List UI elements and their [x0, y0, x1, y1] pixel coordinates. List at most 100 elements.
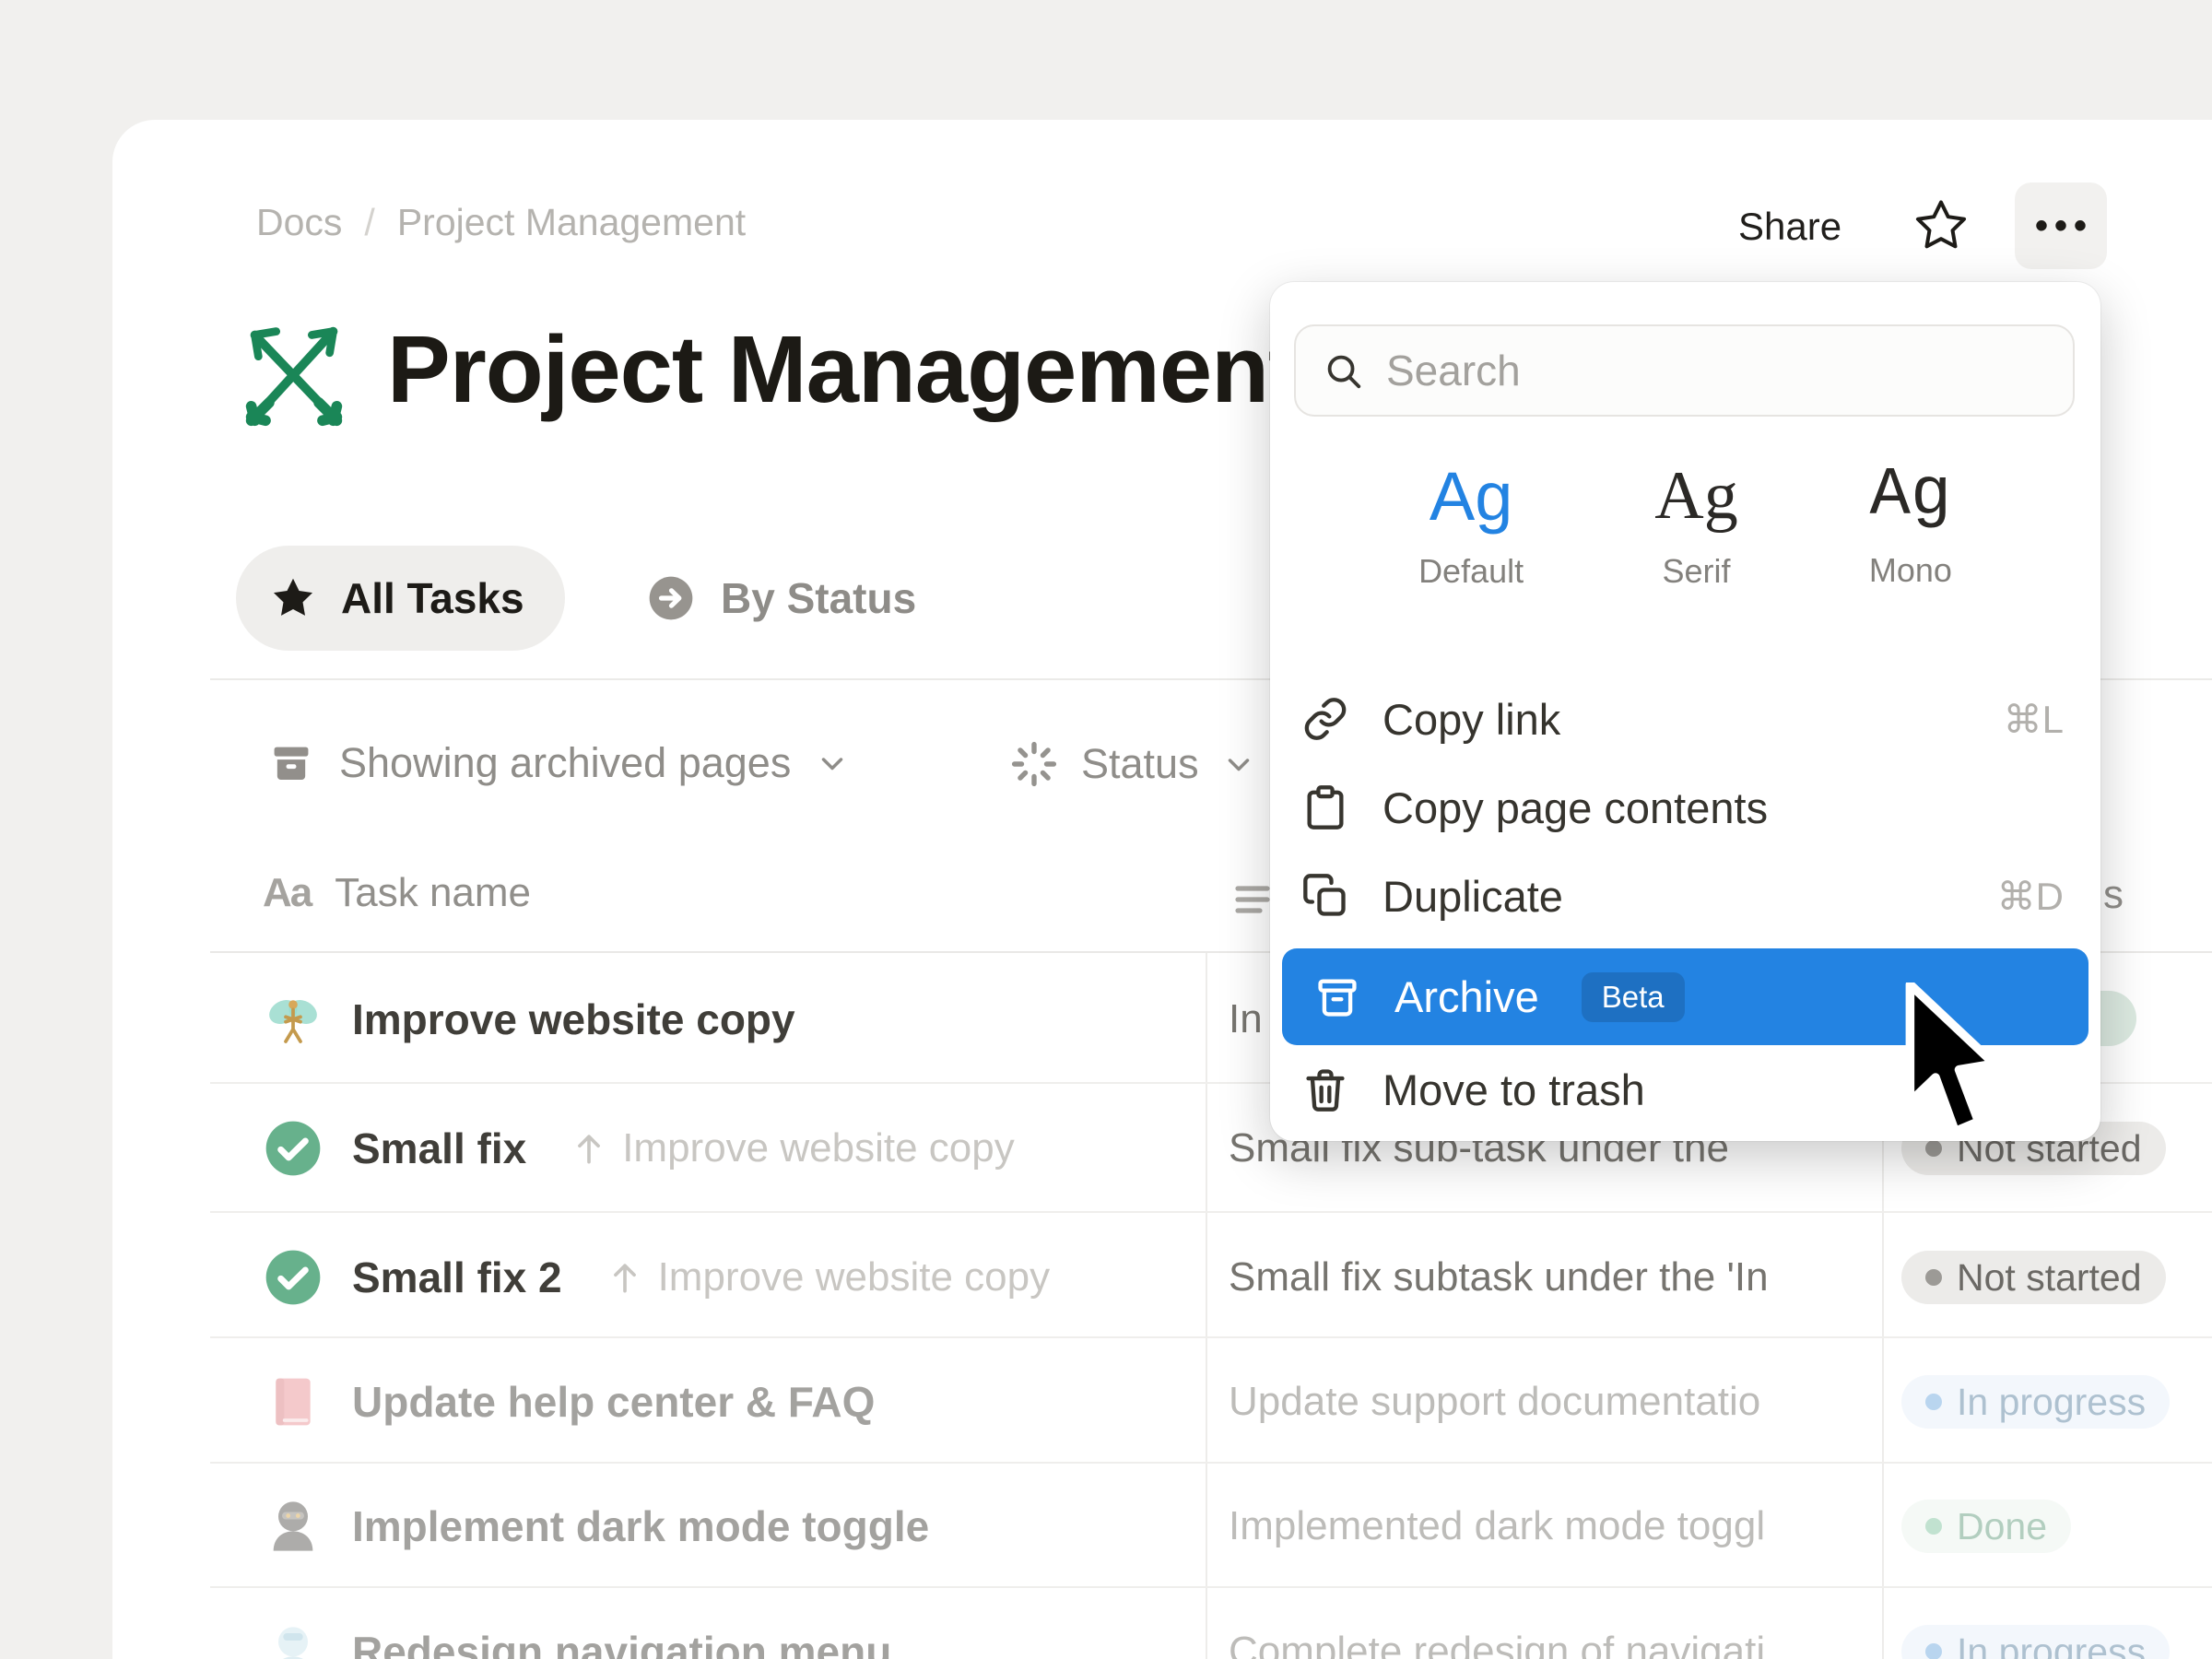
status-filter-label: Status [1081, 740, 1199, 788]
task-description: Complete redesign of navigati [1229, 1629, 1765, 1659]
status-label: Not started [1957, 1256, 2142, 1300]
task-name-cell[interactable]: Redesign navigation menu [264, 1589, 891, 1659]
column-header-task-name[interactable]: Aa Task name [263, 870, 531, 916]
status-board-icon [645, 572, 697, 624]
fairy-icon [264, 990, 323, 1049]
archive-icon [1313, 973, 1361, 1021]
duplicate-icon [1301, 872, 1349, 920]
breadcrumb-docs[interactable]: Docs [256, 201, 342, 244]
tab-all-tasks[interactable]: All Tasks [236, 546, 565, 651]
share-button[interactable]: Share [1738, 205, 1841, 249]
star-filled-icon [269, 574, 317, 622]
keyboard-shortcut: ⌘L [2004, 697, 2064, 742]
check-circle-icon [264, 1119, 323, 1178]
task-description-cell[interactable]: Small fix subtask under the 'In [1229, 1215, 1874, 1340]
beta-badge: Beta [1582, 972, 1685, 1022]
font-option-mono[interactable]: Ag Mono [1869, 457, 1952, 591]
archived-filter-label: Showing archived pages [339, 739, 791, 787]
task-name: Update help center & FAQ [352, 1377, 875, 1427]
parent-task-link[interactable]: Improve website copy [605, 1254, 1051, 1300]
font-label-default: Default [1418, 552, 1524, 591]
crossed-arrows-page-icon[interactable] [236, 321, 352, 428]
task-name: Small fix 2 [352, 1253, 562, 1302]
tab-by-status-label: By Status [721, 573, 916, 623]
menu-item-label: Move to trash [1382, 1065, 1645, 1115]
task-description-cell[interactable]: Complete redesign of navigati [1229, 1589, 1874, 1659]
status-label: Done [1957, 1505, 2047, 1548]
breadcrumb-separator: / [364, 201, 374, 244]
menu-item-label: Archive [1394, 971, 1539, 1022]
font-label-mono: Mono [1869, 551, 1952, 590]
task-name-cell[interactable]: Small fix Improve website copy [264, 1086, 1015, 1211]
check-circle-icon [264, 1248, 323, 1307]
status-badge[interactable]: In progress [1901, 1625, 2170, 1659]
ellipsis-icon: ••• [2029, 206, 2093, 247]
arrow-up-icon [605, 1257, 645, 1298]
menu-item-copy-page-contents[interactable]: Copy page contents [1270, 763, 2100, 852]
tab-by-status[interactable]: By Status [645, 546, 916, 651]
font-option-default[interactable]: Ag Default [1418, 457, 1524, 591]
font-sample-mono: Ag [1869, 457, 1951, 535]
menu-item-duplicate[interactable]: Duplicate ⌘D [1270, 852, 2100, 940]
parent-task-link[interactable]: Improve website copy [569, 1125, 1015, 1171]
status-dot [1925, 1643, 1942, 1659]
status-dot [1925, 1394, 1942, 1410]
table-row-archived[interactable]: Implement dark mode toggle Implemented d… [0, 1464, 2212, 1589]
screen: Docs / Project Management Share ••• Proj… [0, 0, 2212, 1659]
parent-task-label: Improve website copy [658, 1254, 1051, 1300]
status-cell[interactable]: In progress [1901, 1339, 2170, 1465]
task-name: Implement dark mode toggle [352, 1501, 929, 1551]
chevron-down-icon [1221, 747, 1256, 782]
status-dot [1925, 1140, 1942, 1157]
text-type-icon: Aa [263, 870, 311, 916]
task-name-cell[interactable]: Improve website copy [264, 957, 795, 1082]
task-name-header-label: Task name [335, 870, 531, 916]
spinner-status-icon [1009, 739, 1059, 789]
keyboard-shortcut: ⌘D [1997, 874, 2064, 919]
task-name-cell[interactable]: Small fix 2 Improve website copy [264, 1215, 1050, 1340]
red-book-icon [264, 1372, 323, 1431]
task-name: Improve website copy [352, 994, 795, 1044]
search-placeholder: Search [1386, 346, 1521, 395]
row-divider [210, 1211, 2212, 1213]
status-cell[interactable]: Not started [1901, 1215, 2166, 1340]
task-name-cell[interactable]: Implement dark mode toggle [264, 1464, 929, 1589]
palette-person-icon [264, 1622, 323, 1659]
menu-search-input[interactable]: Search [1294, 324, 2075, 417]
task-description: Small fix subtask under the 'In [1229, 1254, 1769, 1300]
font-sample-serif: Ag [1654, 457, 1737, 535]
status-cell[interactable]: In progress [1901, 1589, 2170, 1659]
font-style-picker: Ag Default Ag Serif Ag Mono [1270, 457, 2100, 591]
menu-item-copy-link[interactable]: Copy link ⌘L [1270, 675, 2100, 763]
status-badge[interactable]: Done [1901, 1500, 2071, 1553]
table-row-archived[interactable]: Update help center & FAQ Update support … [0, 1339, 2212, 1465]
search-icon [1322, 349, 1364, 392]
status-badge[interactable]: Not started [1901, 1251, 2166, 1304]
archive-filled-icon [267, 739, 315, 787]
chevron-down-icon [815, 746, 850, 781]
task-description: In [1229, 996, 1263, 1042]
table-row-archived[interactable]: Redesign navigation menu Complete redesi… [0, 1589, 2212, 1659]
text-align-column-icon [1230, 877, 1275, 926]
trash-icon [1301, 1065, 1349, 1113]
table-row[interactable]: Small fix 2 Improve website copy Small f… [0, 1215, 2212, 1340]
task-description: Implemented dark mode toggl [1229, 1503, 1765, 1549]
breadcrumb-page[interactable]: Project Management [397, 201, 746, 244]
menu-item-label: Copy page contents [1382, 782, 1768, 833]
task-name-cell[interactable]: Update help center & FAQ [264, 1339, 875, 1465]
clipboard-icon [1301, 783, 1349, 831]
status-filter-dropdown[interactable]: Status [1009, 739, 1256, 789]
status-badge[interactable]: In progress [1901, 1375, 2170, 1429]
task-description-cell[interactable]: Implemented dark mode toggl [1229, 1464, 1874, 1589]
task-description-cell[interactable]: Update support documentatio [1229, 1339, 1874, 1465]
menu-item-label: Copy link [1382, 694, 1560, 745]
favorite-star-icon[interactable] [1912, 195, 1971, 254]
more-options-button[interactable]: ••• [2015, 182, 2107, 269]
mouse-cursor [1900, 982, 2002, 1139]
status-cell[interactable]: Done [1901, 1464, 2071, 1589]
menu-item-label: Duplicate [1382, 871, 1563, 922]
font-option-serif[interactable]: Ag Serif [1654, 457, 1737, 591]
font-sample-default: Ag [1430, 457, 1513, 535]
task-name: Small fix [352, 1124, 526, 1173]
archived-filter-dropdown[interactable]: Showing archived pages [267, 739, 850, 787]
